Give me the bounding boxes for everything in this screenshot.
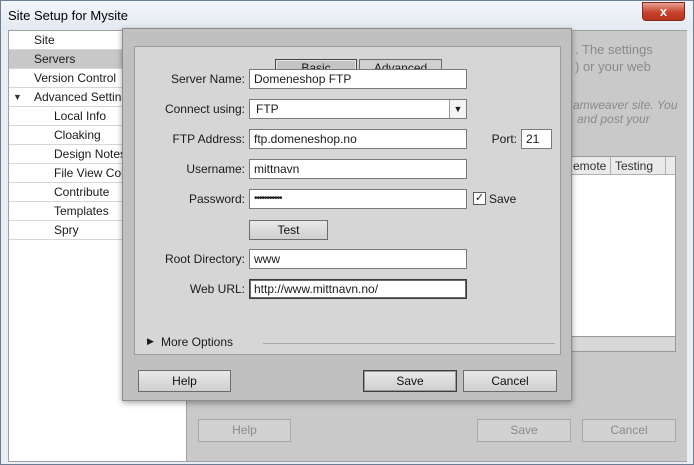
more-options-divider [263,343,555,344]
root-directory-label: Root Directory: [164,252,245,266]
title-bar: Site Setup for Mysite x [1,1,693,30]
test-connection-button[interactable]: Test [249,220,328,240]
window-title: Site Setup for Mysite [8,8,128,23]
checkmark-icon: ✓ [474,192,485,204]
save-password-checkbox[interactable]: ✓ [473,192,486,205]
server-name-label: Server Name: [170,72,245,86]
username-label: Username: [186,162,245,176]
column-divider [610,157,611,175]
server-list-table: emote Testing [569,156,676,352]
close-icon: x [659,4,668,19]
column-header-remote[interactable]: emote [573,157,606,175]
bg-save-button[interactable]: Save [477,419,571,442]
root-directory-field[interactable]: www [249,249,467,269]
connect-using-select[interactable]: FTP ▼ [249,99,467,119]
bg-description-line-2: ) or your web [575,59,651,74]
save-password-label: Save [489,192,517,206]
column-header-testing[interactable]: Testing [615,157,653,175]
cancel-button[interactable]: Cancel [463,370,557,392]
web-url-label: Web URL: [189,282,245,296]
port-label: Port: [491,132,517,146]
ftp-address-label: FTP Address: [172,132,245,146]
save-button[interactable]: Save [363,370,457,392]
more-options-toggle[interactable]: More Options [161,335,233,349]
server-setup-dialog: Basic Advanced Server Name: Domeneshop F… [122,28,572,401]
password-label: Password: [188,192,245,206]
column-divider [665,157,666,175]
web-url-field[interactable]: http://www.mittnavn.no/ [249,279,467,299]
port-field[interactable]: 21 [521,129,552,149]
bg-help-button[interactable]: Help [198,419,291,442]
dropdown-arrow-icon[interactable]: ▼ [449,100,466,118]
bg-italic-line-2: and post your [577,112,650,126]
connect-using-label: Connect using: [164,102,245,116]
expand-arrow-icon[interactable]: ▼ [13,88,22,106]
server-table-header: emote Testing [570,157,675,175]
username-field[interactable]: mittnavn [249,159,467,179]
bg-description-line-1: . The settings [575,42,653,57]
bg-cancel-button[interactable]: Cancel [582,419,676,442]
password-field[interactable]: ••••••••••• [249,189,467,209]
server-table-scrollbar[interactable] [569,336,676,352]
connect-using-value: FTP [256,102,279,116]
dialog-content-panel: Basic Advanced Server Name: Domeneshop F… [134,46,561,355]
server-name-field[interactable]: Domeneshop FTP [249,69,467,89]
close-button[interactable]: x [642,2,685,21]
expand-triangle-icon[interactable]: ▶ [147,336,154,347]
help-button[interactable]: Help [138,370,231,392]
bg-italic-line-1: amweaver site. You [573,98,678,112]
